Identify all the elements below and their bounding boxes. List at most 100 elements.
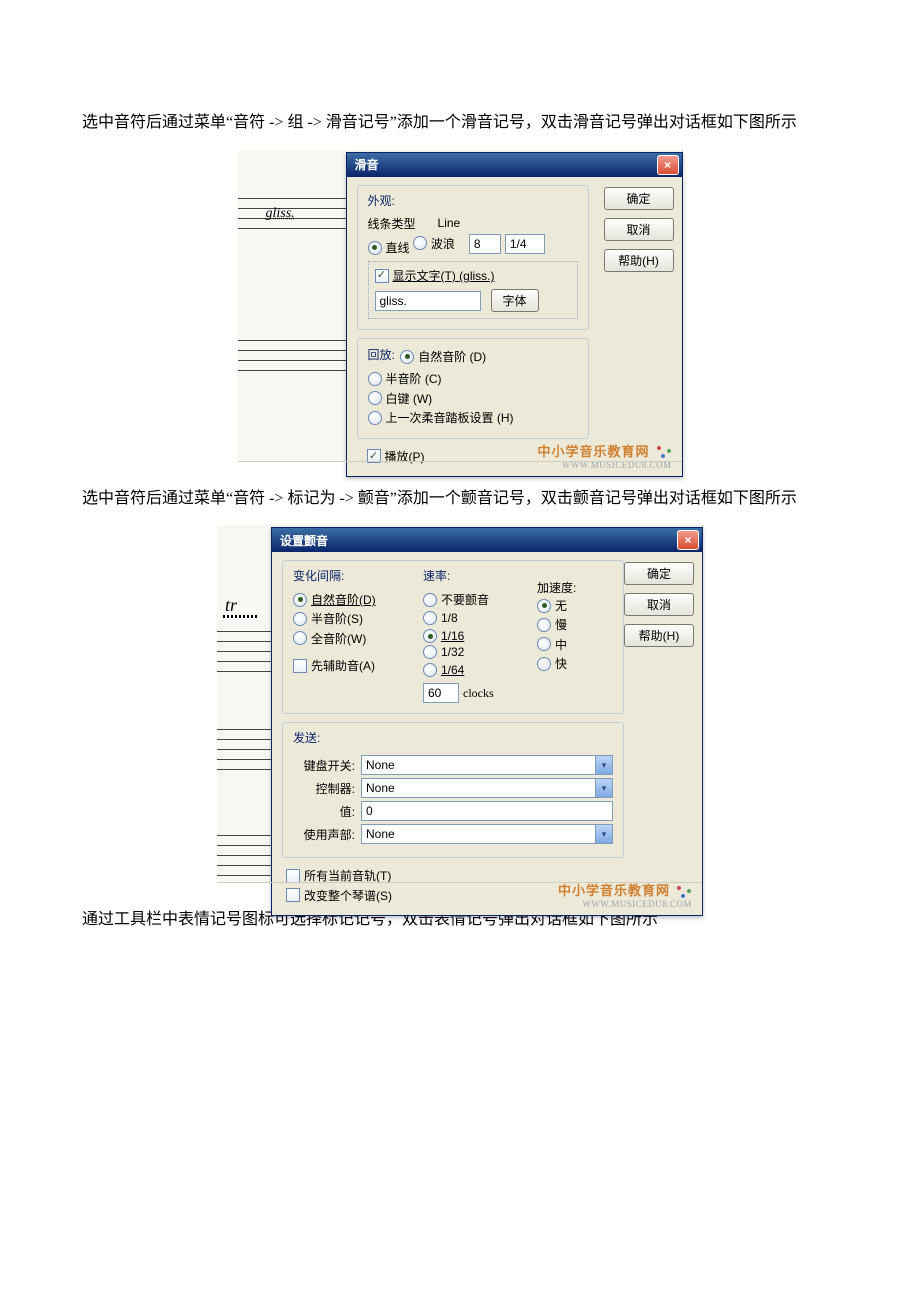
staff-preview: gliss. [238,150,346,462]
rate-64-label: 1/64 [441,663,464,677]
playback-group-title: 回放: [366,346,397,363]
accel-none-label: 无 [555,597,567,614]
radio-semitone[interactable]: 半音阶(S) [293,610,363,627]
line-header: Line [438,216,461,230]
show-text-box: 显示文字(T) (gliss.) gliss. 字体 [368,261,578,319]
radio-white-keys[interactable]: 白键 (W) [368,390,433,407]
gliss-text-input[interactable]: gliss. [375,291,481,311]
value-input[interactable]: 0 [361,801,613,821]
dialog-titlebar[interactable]: 滑音 × [347,153,682,177]
radio-rate-none[interactable]: 不要颤音 [423,591,489,608]
ok-button[interactable]: 确定 [624,562,694,585]
whole-score-label: 改变整个琴谱(S) [304,887,392,904]
rate-none-label: 不要颤音 [441,591,489,608]
interval-group-title: 变化间隔: [291,567,346,584]
radio-chromatic-label: 半音阶 (C) [386,370,442,387]
top-group: 变化间隔: 自然音阶(D) 半音阶(S) 全音阶(W) 先辅助音(A) 速率: [282,560,624,714]
radio-accel-fast[interactable]: 快 [537,655,567,672]
radio-wholetone[interactable]: 全音阶(W) [293,630,366,647]
playback-group: 回放: 自然音阶 (D) 半音阶 (C) 白键 (W) 上一次柔音踏板设置 (H… [357,338,589,439]
accel-label: 加速度: [537,579,607,596]
dialog-title: 滑音 [355,156,379,173]
play-checkbox[interactable]: 播放(P) [367,448,425,465]
appearance-group: 外观: 线条类型 Line 直线 波浪 8 1/ [357,185,589,331]
trill-symbol: tr [225,595,237,616]
watermark-text: 中小学音乐教育网 [537,444,649,459]
watermark: 中小学音乐教育网 WWW.MUSICEDU8.COM [537,441,671,470]
radio-rate-16[interactable]: 1/16 [423,629,464,643]
radio-accel-med[interactable]: 中 [537,636,567,653]
controller-label: 控制器: [293,780,355,797]
staff-preview: tr [217,525,271,883]
radio-diatonic[interactable]: 自然音阶(D) [293,591,376,608]
close-icon: × [684,533,691,547]
controller-combo[interactable]: None [361,778,595,798]
radio-semitone-label: 半音阶(S) [311,610,363,627]
help-button[interactable]: 帮助(H) [624,624,694,647]
rate-value-input[interactable]: 60 [423,683,459,703]
radio-diatonic-label: 自然音阶(D) [311,591,376,608]
clocks-label: clocks [463,686,494,701]
radio-rate-64[interactable]: 1/64 [423,663,464,677]
line-num-input[interactable]: 8 [469,234,501,254]
line-frac-input[interactable]: 1/4 [505,234,545,254]
line-type-label: 线条类型 [368,215,416,232]
gliss-text: gliss. [266,206,295,222]
radio-last-pedal[interactable]: 上一次柔音踏板设置 (H) [368,409,514,426]
radio-wave[interactable]: 波浪 [413,235,455,252]
value-label: 值: [293,803,355,820]
paragraph-1: 选中音符后通过菜单“音符 -> 组 -> 滑音记号”添加一个滑音记号，双击滑音记… [50,110,870,136]
radio-rate-32[interactable]: 1/32 [423,645,464,659]
radio-accel-slow[interactable]: 慢 [537,616,567,633]
rate-8-label: 1/8 [441,611,458,625]
radio-wave-label: 波浪 [431,235,455,252]
dialog-title: 设置颤音 [280,532,328,549]
close-button[interactable]: × [677,530,699,550]
paragraph-2: 选中音符后通过菜单“音符 -> 标记为 -> 颤音”添加一个颤音记号，双击颤音记… [50,486,870,512]
cancel-button[interactable]: 取消 [604,218,674,241]
radio-accel-none[interactable]: 无 [537,597,567,614]
trill-wave-icon [223,615,259,618]
radio-wholetone-label: 全音阶(W) [311,630,366,647]
show-text-label: 显示文字(T) (gliss.) [393,267,495,284]
show-text-checkbox[interactable]: 显示文字(T) (gliss.) [375,267,495,284]
radio-straight[interactable]: 直线 [368,239,410,256]
cancel-button[interactable]: 取消 [624,593,694,616]
kbd-switch-label: 键盘开关: [293,757,355,774]
radio-chromatic[interactable]: 半音阶 (C) [368,370,442,387]
send-group: 发送: 键盘开关: None ▾ 控制器: None [282,722,624,858]
close-icon: × [664,158,671,172]
voice-combo[interactable]: None [361,824,595,844]
radio-rate-8[interactable]: 1/8 [423,611,458,625]
send-group-title: 发送: [291,729,322,746]
close-button[interactable]: × [657,155,679,175]
rate-16-label: 1/16 [441,629,464,643]
watermark-dots-icon [654,445,672,459]
accel-fast-label: 快 [555,655,567,672]
pre-aux-label: 先辅助音(A) [311,657,375,674]
font-button[interactable]: 字体 [491,289,539,312]
figure-glissando: gliss. 滑音 × 确定 取消 帮助(H) 外观: [238,150,683,462]
radio-natural-label: 自然音阶 (D) [418,348,486,365]
radio-natural-scale[interactable]: 自然音阶 (D) [400,348,486,365]
rate-group-title: 速率: [421,567,452,584]
radio-pedal-label: 上一次柔音踏板设置 (H) [386,409,514,426]
dialog-titlebar[interactable]: 设置颤音 × [272,528,702,552]
accel-med-label: 中 [555,636,567,653]
whole-score-checkbox[interactable]: 改变整个琴谱(S) [286,887,392,904]
pre-aux-checkbox[interactable]: 先辅助音(A) [293,657,375,674]
chevron-down-icon[interactable]: ▾ [595,778,613,798]
radio-straight-label: 直线 [386,239,410,256]
chevron-down-icon[interactable]: ▾ [595,824,613,844]
trill-dialog: 设置颤音 × 确定 取消 帮助(H) 变化间隔: 自然音阶(D) [271,527,703,916]
kbd-switch-combo[interactable]: None [361,755,595,775]
rate-32-label: 1/32 [441,645,464,659]
glissando-dialog: 滑音 × 确定 取消 帮助(H) 外观: 线条类型 Line [346,152,683,477]
play-label: 播放(P) [385,448,425,465]
help-button[interactable]: 帮助(H) [604,249,674,272]
voice-label: 使用声部: [293,826,355,843]
ok-button[interactable]: 确定 [604,187,674,210]
accel-slow-label: 慢 [555,616,567,633]
chevron-down-icon[interactable]: ▾ [595,755,613,775]
radio-white-label: 白键 (W) [386,390,433,407]
